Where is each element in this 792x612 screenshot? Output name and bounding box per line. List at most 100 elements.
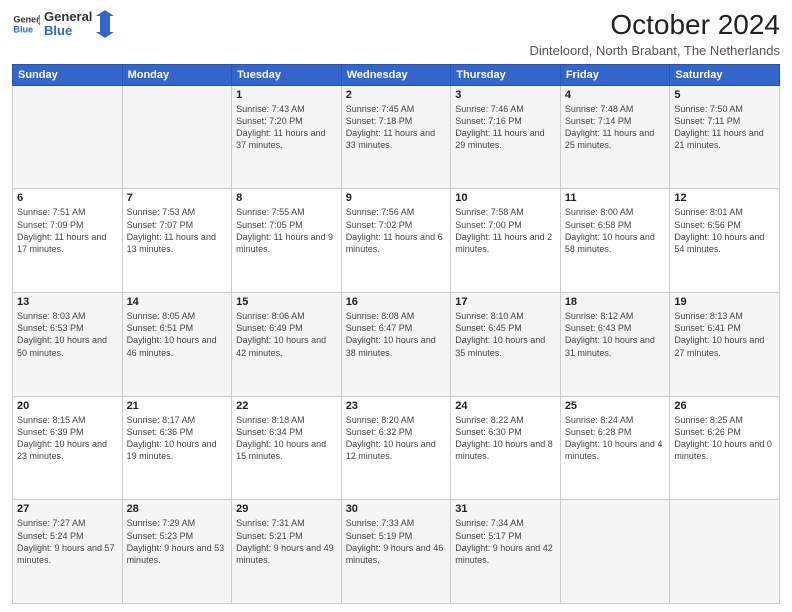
table-row: 17Sunrise: 8:10 AMSunset: 6:45 PMDayligh… (451, 293, 561, 397)
table-row (670, 500, 780, 604)
table-row: 25 Sunrise: 8:24 AMSunset: 6:28 PMDayligh… (560, 396, 670, 500)
day-info: Sunrise: 7:55 AMSunset: 7:05 PMDaylight:… (236, 206, 337, 255)
table-row: 13 Sunrise: 8:03 AMSunset: 6:53 PMDayligh… (13, 293, 123, 397)
day-info: Sunrise: 7:53 AMSunset: 7:07 PMDaylight:… (127, 206, 228, 255)
day-number: 15 (236, 296, 337, 308)
day-info: Sunrise: 7:27 AMSunset: 5:24 PMDaylight:… (17, 517, 118, 566)
table-row: 4 Sunrise: 7:48 AMSunset: 7:14 PMDaylight… (560, 85, 670, 189)
day-info: Sunrise: 8:15 AMSunset: 6:39 PMDaylight:… (17, 414, 118, 463)
table-row: 2Sunrise: 7:45 AMSunset: 7:18 PMDaylight… (341, 85, 451, 189)
table-row: 28 Sunrise: 7:29 AMSunset: 5:23 PMDayligh… (122, 500, 232, 604)
day-info: Sunrise: 8:22 AMSunset: 6:30 PMDaylight:… (455, 414, 556, 463)
table-row: 29 Sunrise: 7:31 AMSunset: 5:21 PMDayligh… (232, 500, 342, 604)
day-info: Sunrise: 7:33 AMSunset: 5:19 PMDaylight:… (346, 517, 447, 566)
day-info: Sunrise: 8:13 AMSunset: 6:41 PMDaylight:… (674, 310, 775, 359)
day-number: 8 (236, 192, 337, 204)
day-number: 17 (455, 296, 556, 308)
logo-icon: General Blue (12, 10, 40, 38)
table-row (13, 85, 123, 189)
day-info: Sunrise: 8:20 AMSunset: 6:32 PMDaylight:… (346, 414, 447, 463)
day-info: Sunrise: 8:06 AMSunset: 6:49 PMDaylight:… (236, 310, 337, 359)
day-number: 4 (565, 89, 666, 101)
col-friday: Friday (560, 64, 670, 85)
day-info: Sunrise: 8:00 AMSunset: 6:58 PMDaylight:… (565, 206, 666, 255)
table-row: 7 Sunrise: 7:53 AMSunset: 7:07 PMDaylight… (122, 189, 232, 293)
table-row (122, 85, 232, 189)
calendar-week-row: 13 Sunrise: 8:03 AMSunset: 6:53 PMDayligh… (13, 293, 780, 397)
calendar-table: Sunday Monday Tuesday Wednesday Thursday… (12, 64, 780, 604)
table-row: 31Sunrise: 7:34 AMSunset: 5:17 PMDayligh… (451, 500, 561, 604)
calendar-week-row: 1 Sunrise: 7:43 AMSunset: 7:20 PMDaylight… (13, 85, 780, 189)
month-title: October 2024 (529, 10, 780, 41)
day-number: 7 (127, 192, 228, 204)
table-row: 20 Sunrise: 8:15 AMSunset: 6:39 PMDayligh… (13, 396, 123, 500)
day-info: Sunrise: 8:01 AMSunset: 6:56 PMDaylight:… (674, 206, 775, 255)
day-number: 16 (346, 296, 447, 308)
table-row: 22Sunrise: 8:18 AMSunset: 6:34 PMDayligh… (232, 396, 342, 500)
day-number: 21 (127, 400, 228, 412)
location-title: Dinteloord, North Brabant, The Netherlan… (529, 43, 780, 58)
day-info: Sunrise: 7:48 AMSunset: 7:14 PMDaylight:… (565, 103, 666, 152)
day-number: 29 (236, 503, 337, 515)
header: General Blue General Blue October 2024 D… (12, 10, 780, 58)
day-number: 11 (565, 192, 666, 204)
day-number: 23 (346, 400, 447, 412)
table-row: 14Sunrise: 8:05 AMSunset: 6:51 PMDayligh… (122, 293, 232, 397)
day-info: Sunrise: 8:17 AMSunset: 6:36 PMDaylight:… (127, 414, 228, 463)
col-monday: Monday (122, 64, 232, 85)
day-info: Sunrise: 8:24 AMSunset: 6:28 PMDaylight:… (565, 414, 666, 463)
table-row: 30 Sunrise: 7:33 AMSunset: 5:19 PMDayligh… (341, 500, 451, 604)
table-row: 19Sunrise: 8:13 AMSunset: 6:41 PMDayligh… (670, 293, 780, 397)
title-block: October 2024 Dinteloord, North Brabant, … (529, 10, 780, 58)
day-number: 9 (346, 192, 447, 204)
logo-blue: Blue (44, 24, 92, 38)
day-info: Sunrise: 7:58 AMSunset: 7:00 PMDaylight:… (455, 206, 556, 255)
day-info: Sunrise: 7:46 AMSunset: 7:16 PMDaylight:… (455, 103, 556, 152)
col-saturday: Saturday (670, 64, 780, 85)
day-number: 27 (17, 503, 118, 515)
table-row: 10 Sunrise: 7:58 AMSunset: 7:00 PMDayligh… (451, 189, 561, 293)
day-number: 14 (127, 296, 228, 308)
logo: General Blue General Blue (12, 10, 114, 39)
table-row: 26Sunrise: 8:25 AMSunset: 6:26 PMDayligh… (670, 396, 780, 500)
day-number: 24 (455, 400, 556, 412)
day-number: 20 (17, 400, 118, 412)
day-info: Sunrise: 7:29 AMSunset: 5:23 PMDaylight:… (127, 517, 228, 566)
page-container: General Blue General Blue October 2024 D… (0, 0, 792, 612)
day-info: Sunrise: 7:31 AMSunset: 5:21 PMDaylight:… (236, 517, 337, 566)
table-row: 12 Sunrise: 8:01 AMSunset: 6:56 PMDayligh… (670, 189, 780, 293)
logo-general: General (44, 10, 92, 24)
svg-text:Blue: Blue (13, 25, 33, 35)
calendar-week-row: 20 Sunrise: 8:15 AMSunset: 6:39 PMDayligh… (13, 396, 780, 500)
day-info: Sunrise: 8:03 AMSunset: 6:53 PMDaylight:… (17, 310, 118, 359)
day-info: Sunrise: 8:18 AMSunset: 6:34 PMDaylight:… (236, 414, 337, 463)
day-number: 26 (674, 400, 775, 412)
col-wednesday: Wednesday (341, 64, 451, 85)
day-number: 3 (455, 89, 556, 101)
day-number: 1 (236, 89, 337, 101)
day-info: Sunrise: 7:45 AMSunset: 7:18 PMDaylight:… (346, 103, 447, 152)
table-row: 6Sunrise: 7:51 AMSunset: 7:09 PMDaylight… (13, 189, 123, 293)
table-row: 5 Sunrise: 7:50 AMSunset: 7:11 PMDaylight… (670, 85, 780, 189)
table-row: 16Sunrise: 8:08 AMSunset: 6:47 PMDayligh… (341, 293, 451, 397)
table-row: 9 Sunrise: 7:56 AMSunset: 7:02 PMDaylight… (341, 189, 451, 293)
table-row: 15 Sunrise: 8:06 AMSunset: 6:49 PMDayligh… (232, 293, 342, 397)
col-sunday: Sunday (13, 64, 123, 85)
table-row: 27 Sunrise: 7:27 AMSunset: 5:24 PMDayligh… (13, 500, 123, 604)
day-number: 30 (346, 503, 447, 515)
day-info: Sunrise: 7:43 AMSunset: 7:20 PMDaylight:… (236, 103, 337, 152)
day-number: 12 (674, 192, 775, 204)
day-number: 25 (565, 400, 666, 412)
day-info: Sunrise: 7:56 AMSunset: 7:02 PMDaylight:… (346, 206, 447, 255)
day-info: Sunrise: 8:12 AMSunset: 6:43 PMDaylight:… (565, 310, 666, 359)
logo-flag-icon (96, 10, 114, 38)
col-thursday: Thursday (451, 64, 561, 85)
table-row: 21 Sunrise: 8:17 AMSunset: 6:36 PMDayligh… (122, 396, 232, 500)
day-number: 13 (17, 296, 118, 308)
day-number: 28 (127, 503, 228, 515)
day-number: 10 (455, 192, 556, 204)
calendar-week-row: 27 Sunrise: 7:27 AMSunset: 5:24 PMDayligh… (13, 500, 780, 604)
calendar-week-row: 6Sunrise: 7:51 AMSunset: 7:09 PMDaylight… (13, 189, 780, 293)
day-number: 5 (674, 89, 775, 101)
day-info: Sunrise: 7:50 AMSunset: 7:11 PMDaylight:… (674, 103, 775, 152)
